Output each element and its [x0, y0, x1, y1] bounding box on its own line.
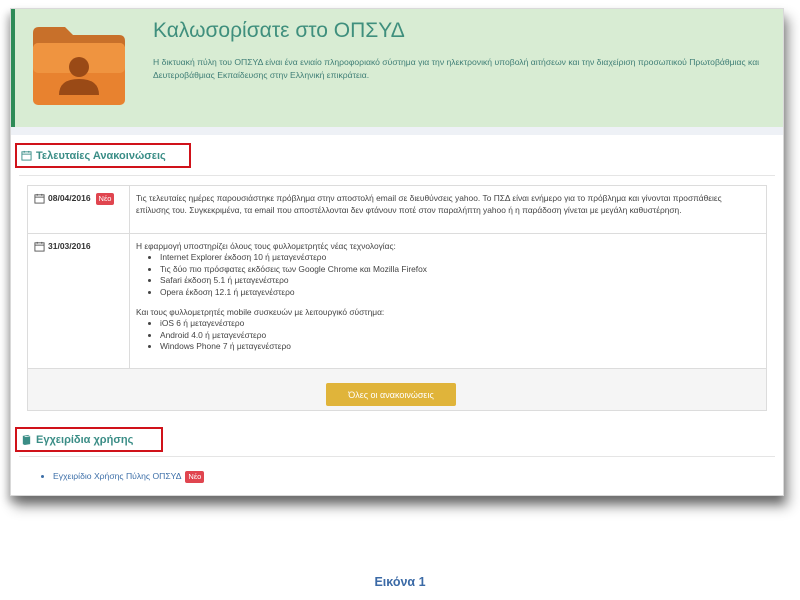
- list-item: Opera έκδοση 12.1 ή μεταγενέστερο: [160, 287, 756, 299]
- list-item: Android 4.0 ή μεταγενέστερο: [160, 330, 756, 342]
- date-text: 08/04/2016: [48, 193, 91, 203]
- table-footer: Όλες οι ανακοινώσεις: [28, 369, 766, 410]
- announcement-text: Τις τελευταίες ημέρες παρουσιάστηκε πρόβ…: [136, 193, 722, 215]
- browsers-intro: Η εφαρμογή υποστηρίζει όλους τους φυλλομ…: [136, 241, 396, 251]
- table-row: 08/04/2016 Νέο Τις τελευταίες ημέρες παρ…: [28, 186, 766, 234]
- all-announcements-button[interactable]: Όλες οι ανακοινώσεις: [326, 383, 456, 406]
- mobile-list: iOS 6 ή μεταγενέστερο Android 4.0 ή μετα…: [160, 318, 756, 353]
- new-badge: Νέο: [95, 193, 115, 205]
- figure-caption: Εικόνα 1: [374, 575, 426, 589]
- portal-window: Καλωσορίσατε στο ΟΠΣΥΔ Η δικτυακή πύλη τ…: [10, 8, 784, 496]
- manuals-heading-label: Εγχειρίδια χρήσης: [36, 433, 134, 446]
- list-item: Τις δύο πιο πρόσφατες εκδόσεις των Googl…: [160, 264, 756, 276]
- book-icon: [22, 434, 31, 445]
- announcement-date: 31/03/2016: [28, 234, 130, 368]
- welcome-description: Η δικτυακή πύλη του ΟΠΣΥΔ είναι ένα ενια…: [153, 57, 760, 80]
- table-row: 31/03/2016 Η εφαρμογή υποστηρίζει όλους …: [28, 234, 766, 369]
- announcements-table: 08/04/2016 Νέο Τις τελευταίες ημέρες παρ…: [27, 185, 767, 411]
- calendar-icon: [34, 241, 45, 252]
- page-title: Καλωσορίσατε στο ΟΠΣΥΔ: [153, 19, 405, 42]
- list-item: iOS 6 ή μεταγενέστερο: [160, 318, 756, 330]
- manuals-heading: Εγχειρίδια χρήσης: [15, 427, 163, 452]
- list-item: Windows Phone 7 ή μεταγενέστερο: [160, 341, 756, 353]
- divider: [11, 127, 783, 135]
- divider: [19, 456, 775, 457]
- list-item: Internet Explorer έκδοση 10 ή μεταγενέστ…: [160, 252, 756, 264]
- browser-list: Internet Explorer έκδοση 10 ή μεταγενέστ…: [160, 252, 756, 298]
- divider: [19, 175, 775, 176]
- list-item: Safari έκδοση 5.1 ή μεταγενέστερο: [160, 275, 756, 287]
- announcements-heading: Τελευταίες Ανακοινώσεις: [15, 143, 191, 168]
- announcement-date: 08/04/2016 Νέο: [28, 186, 130, 233]
- user-folder-icon: [33, 27, 125, 105]
- welcome-banner: Καλωσορίσατε στο ΟΠΣΥΔ Η δικτυακή πύλη τ…: [11, 9, 783, 127]
- calendar-icon: [21, 150, 32, 161]
- date-text: 31/03/2016: [48, 241, 91, 251]
- mobile-intro: Και τους φυλλομετρητές mobile συσκευών μ…: [136, 307, 385, 317]
- list-item: Εγχειρίδιο Χρήσης Πύλης ΟΠΣΥΔ Νέο: [53, 471, 205, 483]
- new-badge: Νέο: [185, 471, 205, 483]
- manuals-list: Εγχειρίδιο Χρήσης Πύλης ΟΠΣΥΔ Νέο: [53, 471, 205, 483]
- calendar-icon: [34, 193, 45, 204]
- announcement-text: Η εφαρμογή υποστηρίζει όλους τους φυλλομ…: [136, 240, 756, 353]
- announcements-heading-label: Τελευταίες Ανακοινώσεις: [36, 149, 166, 162]
- manual-link[interactable]: Εγχειρίδιο Χρήσης Πύλης ΟΠΣΥΔ: [53, 471, 181, 481]
